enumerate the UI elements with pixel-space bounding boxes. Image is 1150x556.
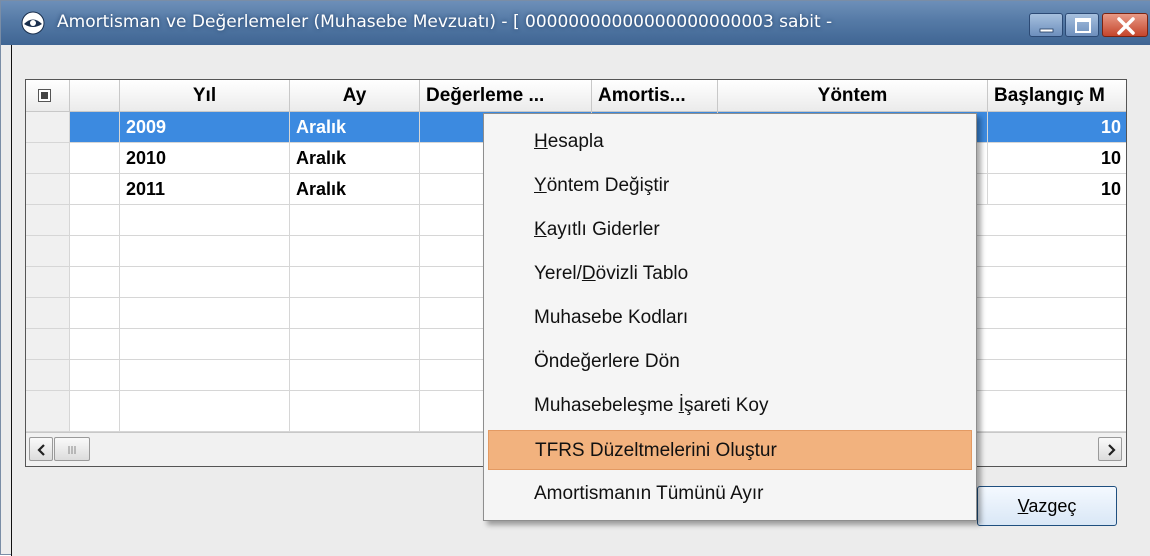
close-icon [1117, 17, 1135, 35]
empty-cell [70, 329, 120, 360]
column-header-yil[interactable]: Yıl [120, 80, 290, 112]
empty-cell [70, 236, 120, 267]
menu-item-kayitli-giderler[interactable]: Kayıtlı Giderler [488, 210, 972, 250]
menu-item-tfrs-duzeltmelerini-olustur[interactable]: TFRS Düzeltmelerini Oluştur [488, 430, 972, 470]
menu-item-accel-letter: D [581, 263, 596, 284]
row-indicator [26, 298, 70, 329]
application-window: Amortisman ve Değerlemeler (Muhasebe Mev… [0, 0, 1150, 556]
column-header-yontem[interactable]: Yöntem [718, 80, 988, 112]
context-menu: Hesapla Yöntem Değiştir Kayıtlı Giderler… [483, 113, 977, 521]
row-indicator [26, 267, 70, 298]
row-indicator [26, 360, 70, 391]
menu-item-label-part: Muhasebeleşme [534, 395, 679, 416]
row-indicator [26, 236, 70, 267]
cell-ay[interactable]: Aralık [290, 143, 420, 174]
cell-yil[interactable]: 2009 [120, 112, 290, 143]
menu-item-label-part: Yerel/ [534, 263, 582, 284]
scroll-right-button[interactable] [1098, 437, 1122, 461]
cell-baslangic[interactable]: 10 [988, 112, 1126, 143]
cell-ay[interactable]: Aralık [290, 112, 420, 143]
maximize-icon [1075, 18, 1091, 33]
arrow-right-icon [1108, 444, 1116, 456]
cancel-accel-letter: V [1017, 496, 1029, 516]
row-indicator [26, 391, 70, 432]
empty-cell[interactable] [290, 205, 420, 236]
empty-cell[interactable] [120, 236, 290, 267]
row-indicator [26, 112, 70, 143]
scroll-left-button[interactable] [29, 437, 53, 461]
menu-item-label-part: övizli Tablo [595, 263, 689, 284]
indicator-header [70, 80, 120, 112]
close-button[interactable] [1102, 13, 1148, 37]
menu-item-muhasebe-kodlari[interactable]: Muhasebe Kodları [488, 298, 972, 338]
app-eye-icon [21, 11, 45, 35]
column-header-baslangic[interactable]: Başlangıç M [988, 80, 1126, 112]
empty-cell [70, 205, 120, 236]
empty-cell[interactable] [290, 267, 420, 298]
row-marker-cell [70, 174, 120, 205]
empty-cell[interactable] [120, 205, 290, 236]
column-header-ay[interactable]: Ay [290, 80, 420, 112]
row-marker-cell [70, 112, 120, 143]
title-bar[interactable]: Amortisman ve Değerlemeler (Muhasebe Mev… [1, 1, 1150, 45]
select-all-checkbox-icon[interactable] [38, 89, 51, 102]
row-indicator [26, 205, 70, 236]
menu-item-muhasebelesme-isareti-koy[interactable]: Muhasebeleşme İşareti Koy [488, 386, 972, 426]
cell-ay[interactable]: Aralık [290, 174, 420, 205]
menu-item-amortismanin-tumunu-ayir[interactable]: Amortismanın Tümünü Ayır [488, 474, 972, 514]
menu-item-accel-letter: H [534, 131, 548, 152]
empty-cell [70, 267, 120, 298]
empty-cell[interactable] [120, 391, 290, 432]
empty-cell [70, 391, 120, 432]
empty-cell[interactable] [120, 329, 290, 360]
empty-cell[interactable] [290, 360, 420, 391]
empty-cell [70, 298, 120, 329]
empty-cell[interactable] [290, 298, 420, 329]
empty-cell[interactable] [290, 329, 420, 360]
row-indicator [26, 174, 70, 205]
menu-item-label-part: ayıtlı Giderler [546, 219, 660, 240]
arrow-left-icon [37, 444, 45, 456]
empty-cell[interactable] [120, 267, 290, 298]
scroll-thumb[interactable] [54, 437, 90, 461]
column-header-degerleme[interactable]: Değerleme ... [420, 80, 592, 112]
cell-baslangic[interactable]: 10 [988, 174, 1126, 205]
window-title: Amortisman ve Değerlemeler (Muhasebe Mev… [57, 12, 833, 32]
select-all-header[interactable] [26, 80, 70, 112]
empty-cell [70, 360, 120, 391]
cell-yil[interactable]: 2011 [120, 174, 290, 205]
menu-item-yontem-degistir[interactable]: Yöntem Değiştir [488, 166, 972, 206]
column-header-amortisman[interactable]: Amortis... [592, 80, 718, 112]
menu-item-yerel-dovizli-tablo[interactable]: Yerel/Dövizli Tablo [488, 254, 972, 294]
menu-item-accel-letter: K [534, 219, 547, 240]
window-frame-edge [11, 45, 12, 556]
menu-item-label-part: şareti Koy [683, 395, 769, 416]
minimize-icon [1039, 28, 1054, 33]
empty-cell[interactable] [120, 298, 290, 329]
menu-item-accel-letter: Y [534, 175, 547, 196]
menu-item-label-part: esapla [547, 131, 604, 152]
cell-yil[interactable]: 2010 [120, 143, 290, 174]
row-indicator [26, 329, 70, 360]
cell-baslangic[interactable]: 10 [988, 143, 1126, 174]
row-indicator [26, 143, 70, 174]
minimize-button[interactable] [1029, 13, 1063, 37]
empty-cell[interactable] [120, 360, 290, 391]
grip-icon [68, 446, 76, 454]
empty-cell[interactable] [290, 236, 420, 267]
menu-item-label-part: öntem Değiştir [546, 175, 670, 196]
cancel-label-rest: azgeç [1028, 496, 1077, 516]
empty-cell[interactable] [290, 391, 420, 432]
maximize-button[interactable] [1065, 13, 1099, 37]
cancel-button[interactable]: Vazgeç [977, 486, 1117, 526]
menu-item-hesapla[interactable]: Hesapla [488, 122, 972, 162]
menu-item-ondegerlere-don[interactable]: Öndeğerlere Dön [488, 342, 972, 382]
row-marker-cell [70, 143, 120, 174]
